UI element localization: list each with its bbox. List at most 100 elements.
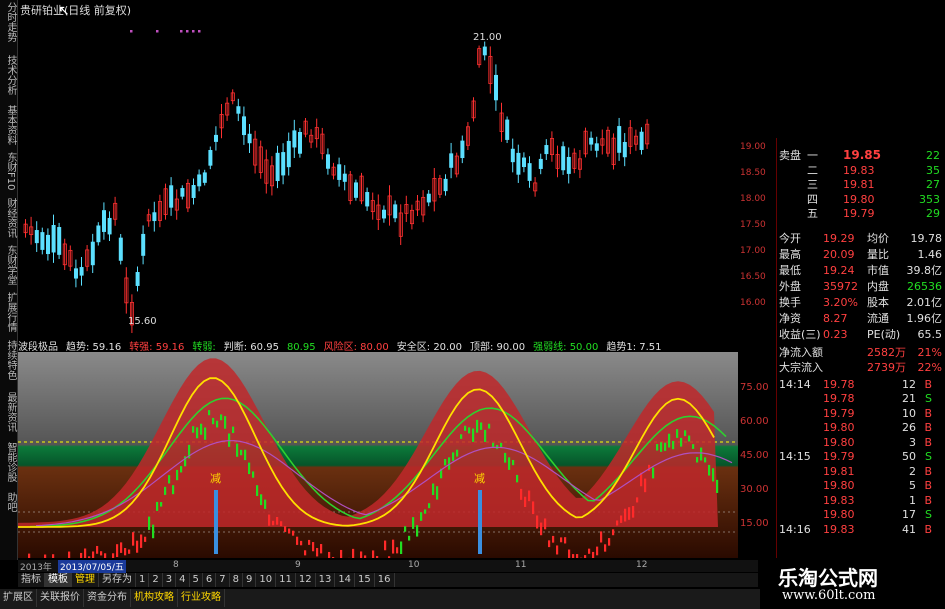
ask-level: 四 [807,192,818,206]
signal-bar [504,452,507,463]
indicator-tick: 15.00 [740,518,769,529]
brand-watermark: 乐淘公式网 www.60lt.com [760,558,945,609]
stat-value: 8.27 [823,311,848,325]
signal-bar [516,474,519,483]
template-slot-button[interactable]: 15 [355,573,375,587]
template-slot-button[interactable]: 13 [316,573,336,587]
signal-bar [560,537,563,543]
template-slot-button[interactable]: 1 [136,573,150,587]
template-slot-button[interactable]: 12 [296,573,316,587]
stat-label: 换手 [779,295,801,309]
ask-row[interactable]: 三 19.81 27 [777,177,945,192]
ask-row[interactable]: 五 19.79 29 [777,206,945,221]
bottom-tab[interactable]: 资金分布 [84,589,131,607]
template-slot-button[interactable]: 8 [230,573,243,587]
ask-row[interactable]: 四 19.80 353 [777,192,945,207]
quote-panel: 卖盘一 19.85 22 二 19.83 35 三 19.81 27 四 19.80 353 五 19.7… [776,138,945,558]
candle-body [527,163,532,181]
tick-row: 19.79 10 B [777,406,945,421]
candle-body [191,185,196,198]
stat-value: 26536 [907,279,942,293]
template-slot-button[interactable]: 16 [375,573,395,587]
side-tab-jishu[interactable]: 技术分析 [1,55,16,95]
signal-bar [104,553,107,558]
ask-row[interactable]: 卖盘一 19.85 22 [777,148,945,163]
candle-body [561,146,566,171]
tick-price: 19.79 [823,406,855,420]
side-tab-forum[interactable]: 助吧 [1,492,16,512]
signal-bar [588,548,591,554]
template-slot-button[interactable]: 14 [335,573,356,587]
event-marker [198,30,201,33]
year-label: 2013年 [20,563,52,573]
ask-row[interactable]: 二 19.83 35 [777,163,945,178]
toolbar-button[interactable]: 管理 [72,573,99,587]
flow-label: 净流入额 [779,345,823,359]
signal-bar [452,452,455,461]
side-tab-f10[interactable]: 东财F10 [1,152,16,190]
tick-row: 19.80 26 B [777,420,945,435]
ask-level: 一 [807,149,818,162]
tick-side: B [924,522,932,536]
indicator-chart[interactable]: 减 减 [18,352,738,558]
side-tab-diagnose[interactable]: 智能诊股 [1,442,16,482]
candle-body [241,116,246,136]
toolbar-button[interactable]: 指标 [18,573,45,587]
side-tab-ext[interactable]: 扩展行情 [1,292,16,332]
side-tab-school[interactable]: 东财学堂 [1,245,16,285]
tick-side: B [924,421,932,434]
signal-bar [140,534,143,548]
bottom-tab[interactable]: 机构攻略 [131,589,178,607]
signal-bar [688,435,691,442]
indicator-tick: 45.00 [740,450,769,461]
stat-row: 最高 20.09 量比 1.46 [777,247,945,262]
side-tab-feature[interactable]: 持续特色 [1,340,16,380]
template-slot-button[interactable]: 5 [190,573,203,587]
bottom-tab[interactable]: 扩展区 [0,589,37,607]
signal-bar [360,551,363,558]
signal-bar [268,514,271,526]
indicator-legend-bar: 波段极品 趋势: 59.16 转强: 59.16 转弱: 判断: 60.95 80.95 风… [18,338,738,353]
side-tab-fenshi[interactable]: 分时走势 [1,2,16,42]
side-tab-latest[interactable]: 最新资讯 [1,392,16,432]
stat-row: 换手 3.20% 股本 2.01亿 [777,295,945,310]
flow-percent: 21% [917,345,942,359]
template-slot-button[interactable]: 7 [216,573,230,587]
signal-bar [716,479,719,493]
stat-label: 市值 [867,263,889,277]
indicator-tick: 30.00 [740,484,769,495]
price-tick: 18.50 [740,168,766,178]
candle-body [297,132,302,154]
signal-bar [500,442,503,448]
toolbar-button[interactable]: 模板 [45,573,72,587]
bottom-tab[interactable]: 关联报价 [37,589,84,607]
signal-bar [492,442,495,447]
signal-bar [392,539,395,554]
indicator-tick: 60.00 [740,416,769,427]
signal-bar [660,442,663,452]
side-tab-jiben[interactable]: 基本资料 [1,105,16,145]
template-slot-button[interactable]: 4 [176,573,190,587]
template-slot-button[interactable]: 10 [256,573,277,587]
signal-bar [416,525,419,537]
stat-row: 外盘 35972 内盘 26536 [777,279,945,294]
template-slot-button[interactable]: 11 [276,573,296,587]
bottom-tab[interactable]: 行业攻略 [178,589,225,607]
candle-body [617,126,622,153]
signal-bar [220,414,223,421]
signal-bar [388,556,391,558]
candlestick-chart[interactable]: 21.00 15.60 [18,18,738,340]
side-tab-news[interactable]: 财经资讯 [1,198,16,238]
tick-price: 19.79 [823,450,855,463]
toolbar-button[interactable]: 另存为 [99,573,136,587]
template-slot-button[interactable]: 9 [243,573,257,587]
tick-row: 19.80 17 S [777,507,945,522]
template-slot-button[interactable]: 2 [149,573,163,587]
tick-price: 19.80 [823,508,855,521]
candle-body [505,119,510,140]
template-slot-button[interactable]: 6 [203,573,217,587]
signal-bar [468,427,471,434]
stat-label: 量比 [867,247,889,261]
template-slot-button[interactable]: 3 [163,573,177,587]
tick-row: 14:14 19.78 12 B [777,377,945,392]
